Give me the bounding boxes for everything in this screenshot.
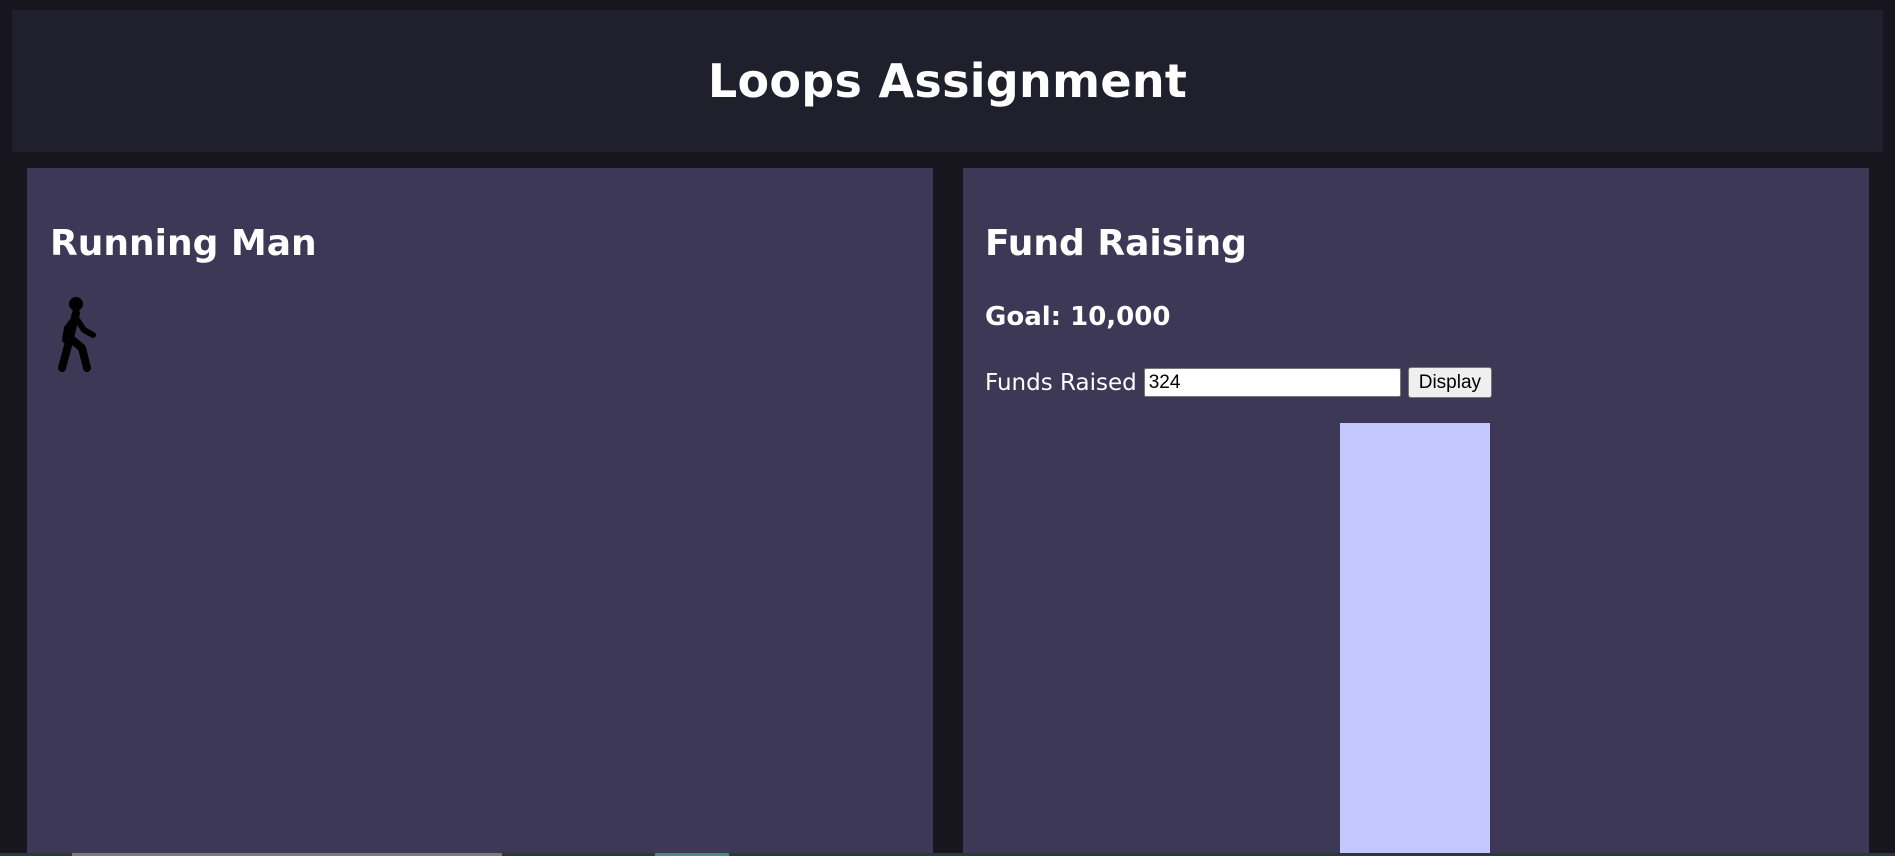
fund-progress-fill bbox=[1340, 423, 1490, 856]
fund-progress-bar bbox=[1340, 423, 1490, 856]
funds-row: Funds Raised Display bbox=[985, 367, 1493, 398]
running-man-heading: Running Man bbox=[50, 223, 317, 264]
fund-raising-heading: Fund Raising bbox=[985, 223, 1247, 264]
running-man-panel: Running Man bbox=[27, 168, 933, 856]
goal-text: Goal: 10,000 bbox=[985, 302, 1171, 332]
page-header: Loops Assignment bbox=[12, 10, 1883, 152]
funds-raised-label: Funds Raised bbox=[985, 369, 1137, 396]
funds-raised-input[interactable] bbox=[1143, 368, 1401, 397]
page-title: Loops Assignment bbox=[707, 54, 1188, 108]
fund-raising-panel: Fund Raising Goal: 10,000 Funds Raised D… bbox=[963, 168, 1869, 856]
display-button[interactable]: Display bbox=[1407, 367, 1493, 398]
walking-person-icon bbox=[58, 297, 96, 372]
